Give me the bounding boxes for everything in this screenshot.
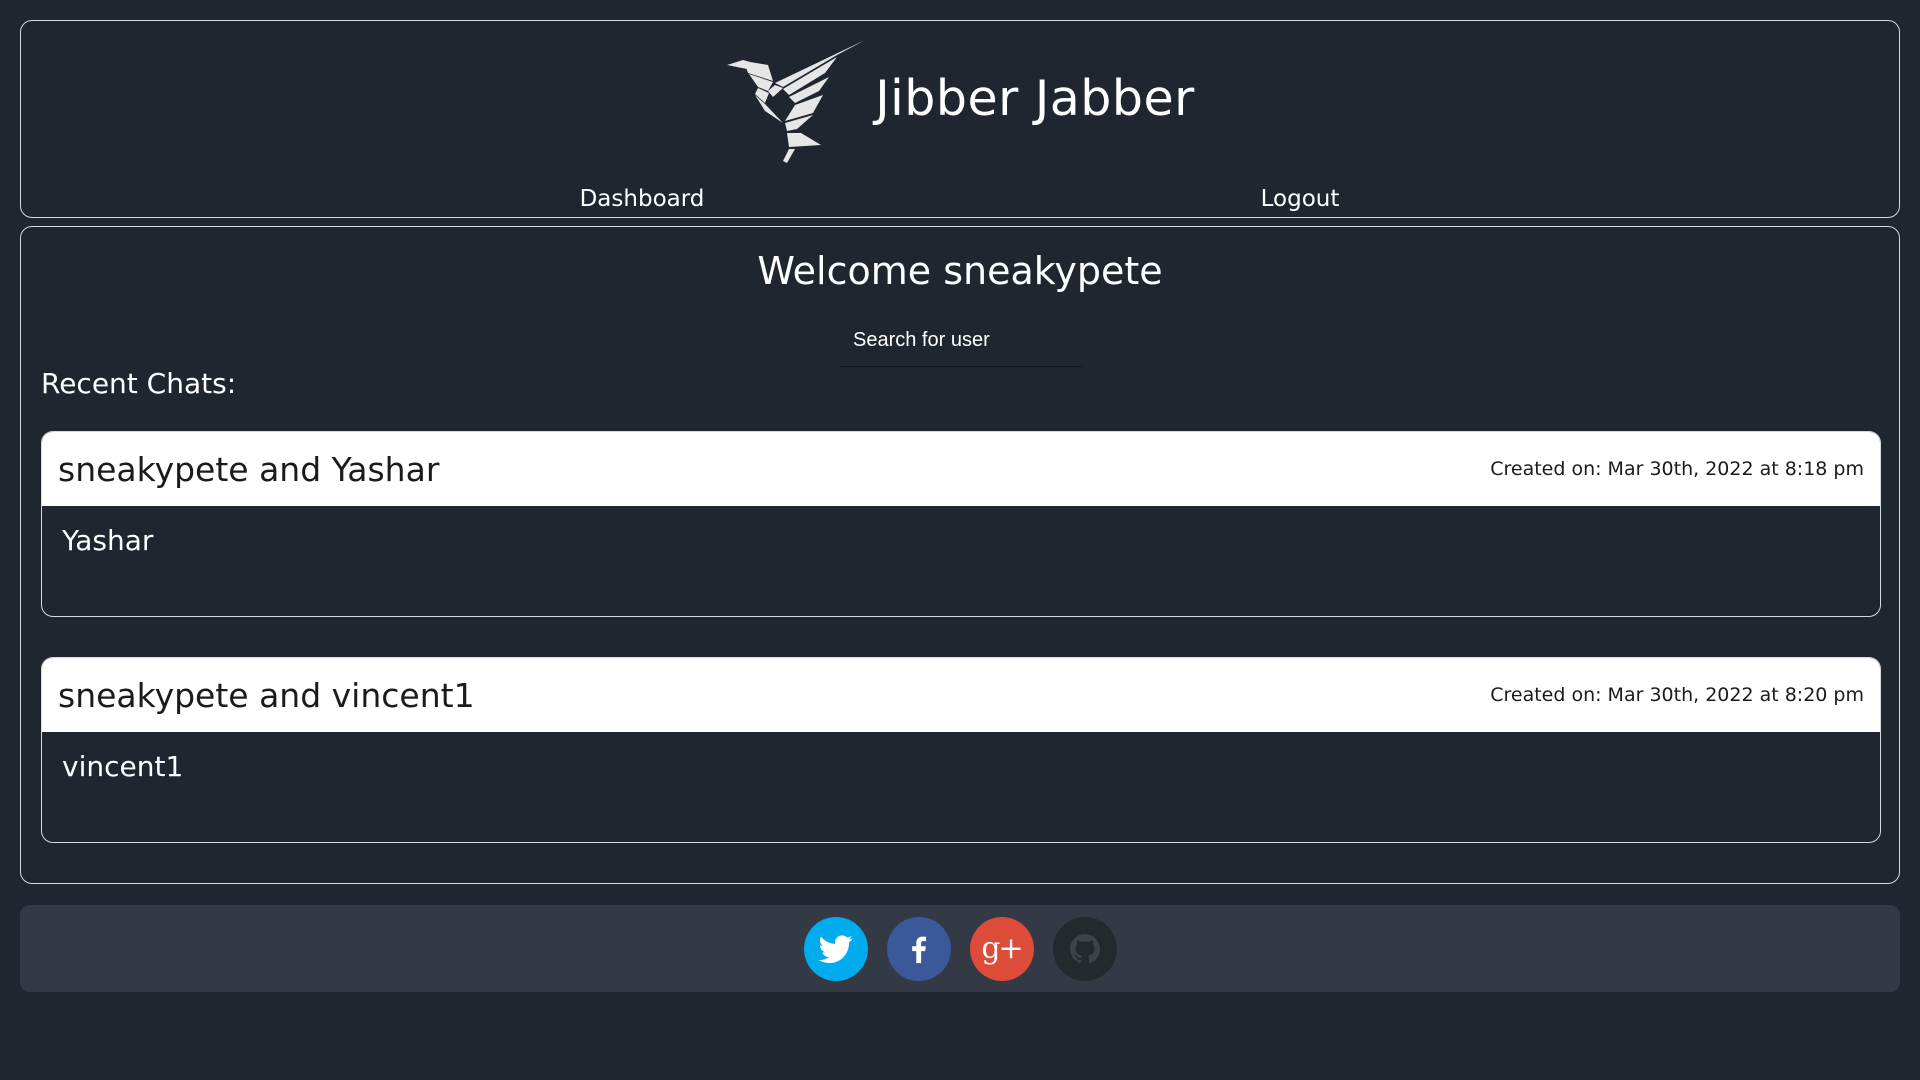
facebook-button[interactable]	[886, 916, 951, 981]
chat-card-header[interactable]: sneakypete and Yashar Created on: Mar 30…	[42, 432, 1880, 506]
chat-member: vincent1	[62, 750, 184, 783]
google-plus-button[interactable]: g+	[969, 916, 1034, 981]
nav-dashboard-link[interactable]: Dashboard	[580, 186, 705, 212]
chat-title[interactable]: sneakypete and vincent1	[58, 676, 475, 715]
dashboard-panel: Welcome sneakypete Recent Chats: sneakyp…	[20, 226, 1900, 884]
site-header: Jibber Jabber Dashboard Logout	[20, 20, 1900, 218]
twitter-button[interactable]	[803, 916, 868, 981]
chat-created-date: Created on: Mar 30th, 2022 at 8:20 pm	[1490, 684, 1864, 706]
chat-title[interactable]: sneakypete and Yashar	[58, 450, 439, 489]
chat-card[interactable]: sneakypete and Yashar Created on: Mar 30…	[41, 431, 1881, 617]
site-footer: g+	[20, 905, 1900, 992]
user-search-input[interactable]	[839, 315, 1083, 367]
google-plus-icon: g+	[981, 931, 1023, 966]
site-title: Jibber Jabber	[875, 69, 1195, 127]
main-nav: Dashboard Logout	[21, 186, 1899, 216]
chat-card-header[interactable]: sneakypete and vincent1 Created on: Mar …	[42, 658, 1880, 732]
brand[interactable]: Jibber Jabber	[21, 39, 1899, 163]
recent-chats-label: Recent Chats:	[41, 367, 237, 400]
chat-card[interactable]: sneakypete and vincent1 Created on: Mar …	[41, 657, 1881, 843]
welcome-heading: Welcome sneakypete	[757, 249, 1163, 293]
nav-logout-link[interactable]: Logout	[1261, 186, 1340, 212]
chat-created-date: Created on: Mar 30th, 2022 at 8:18 pm	[1490, 458, 1864, 480]
github-icon	[1069, 933, 1100, 963]
bird-logo-icon	[727, 40, 866, 163]
chat-member: Yashar	[62, 524, 154, 557]
facebook-icon	[911, 936, 926, 963]
github-button[interactable]	[1052, 916, 1117, 981]
twitter-icon	[818, 934, 852, 963]
